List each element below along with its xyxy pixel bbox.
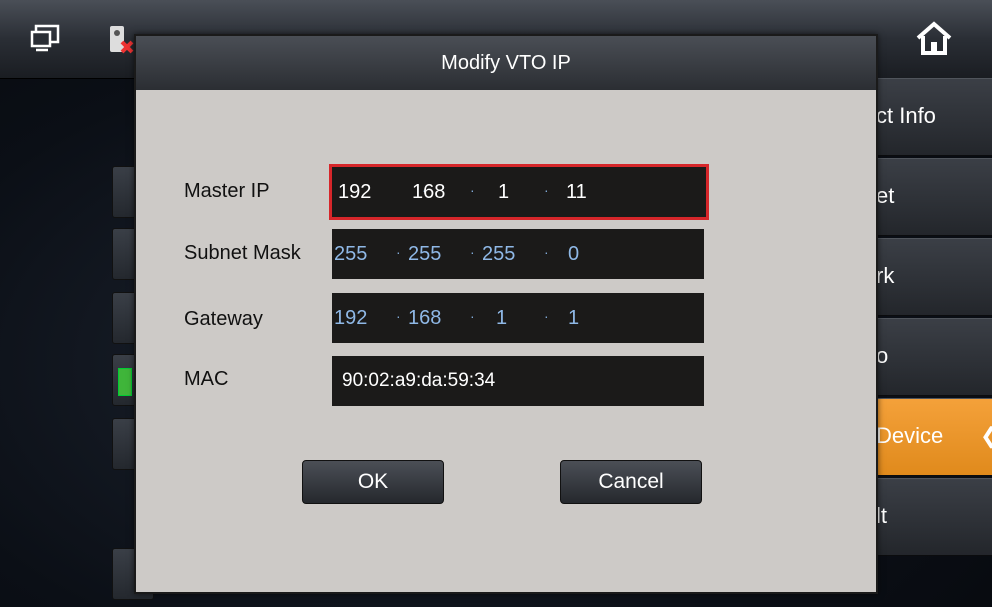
master-ip-label: Master IP (184, 180, 270, 202)
octet-separator: · (396, 244, 401, 260)
ip-octet[interactable]: 1 (496, 293, 507, 343)
home-icon[interactable] (914, 20, 954, 56)
mac-value: 90:02:a9:da:59:34 (342, 370, 496, 391)
ip-octet[interactable]: 192 (338, 167, 371, 217)
ip-octet[interactable]: 192 (334, 293, 367, 343)
cancel-button[interactable]: Cancel (560, 460, 702, 504)
octet-separator: · (544, 244, 549, 260)
ip-octet[interactable]: 255 (408, 229, 441, 279)
gateway-label: Gateway (184, 308, 263, 330)
chevron-left-icon: ❮ (980, 423, 992, 449)
ip-octet[interactable]: 1 (498, 167, 509, 217)
dialog-title: Modify VTO IP (136, 36, 876, 90)
menu-item-label: Device (876, 423, 944, 448)
ip-octet[interactable]: 1 (568, 293, 579, 343)
octet-separator: · (396, 308, 401, 324)
ip-octet[interactable]: 168 (412, 167, 445, 217)
subnet-mask-field[interactable]: 255 · 255 · 255 · 0 (332, 229, 704, 279)
octet-separator: · (544, 308, 549, 324)
octet-separator: · (470, 244, 475, 260)
ip-octet[interactable]: 255 (334, 229, 367, 279)
ip-octet[interactable]: 11 (566, 167, 587, 217)
green-device-icon (118, 368, 132, 396)
ok-button[interactable]: OK (302, 460, 444, 504)
subnet-mask-label: Subnet Mask (184, 242, 301, 264)
modify-vto-ip-dialog: Modify VTO IP Master IP 192 · 168 · 1 · … (134, 34, 878, 594)
octet-separator: · (544, 182, 549, 198)
menu-item-label: ct Info (876, 103, 936, 128)
mac-label: MAC (184, 368, 229, 390)
ip-octet[interactable]: 255 (482, 229, 515, 279)
octet-separator: · (470, 308, 475, 324)
master-ip-field[interactable]: 192 · 168 · 1 · 11 (329, 164, 709, 220)
octet-separator: · (470, 182, 475, 198)
gateway-field[interactable]: 192 · 168 · 1 · 1 (332, 293, 704, 343)
mac-field: 90:02:a9:da:59:34 (332, 356, 704, 406)
ip-octet[interactable]: 0 (568, 229, 579, 279)
monitor-icon[interactable] (30, 24, 64, 54)
menu-item-label: et (876, 183, 895, 208)
ip-octet[interactable]: 168 (408, 293, 441, 343)
menu-item-label: rk (876, 263, 895, 288)
